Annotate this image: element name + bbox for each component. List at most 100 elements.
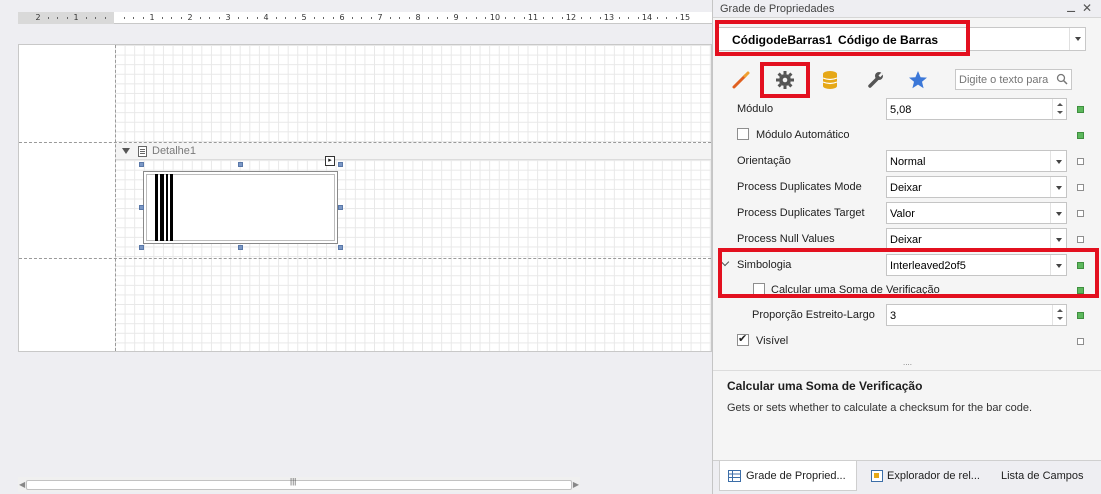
orientacao-dropdown[interactable]: Normal xyxy=(886,150,1067,172)
splitter-grip[interactable]: .... xyxy=(713,359,1101,369)
close-icon[interactable]: ✕ xyxy=(1082,1,1092,15)
collapse-icon[interactable] xyxy=(122,148,130,154)
ruler-tick xyxy=(95,17,96,19)
property-search[interactable] xyxy=(955,69,1072,90)
proporcao-spinner[interactable]: 3 xyxy=(886,304,1067,326)
resize-handle[interactable] xyxy=(338,205,343,210)
spin-buttons[interactable] xyxy=(1052,99,1066,119)
ruler-label: 14 xyxy=(641,13,653,22)
object-selector[interactable]: CódigodeBarras1 Código de Barras xyxy=(717,27,1086,51)
simbologia-dropdown[interactable]: Interleaved2of5 xyxy=(886,254,1067,276)
resize-handle[interactable] xyxy=(338,245,343,250)
property-row-modulo: Módulo 5,08 xyxy=(713,96,1101,122)
property-value: Valor xyxy=(890,208,915,220)
report-designer: 2 1 1 2 3 4 5 6 7 8 9 10 11 12 13 14 15 … xyxy=(0,0,712,494)
resize-handle[interactable] xyxy=(139,245,144,250)
checksum-checkbox[interactable] xyxy=(753,283,765,295)
tab-field-list[interactable]: Lista de Campos xyxy=(995,461,1099,491)
resize-handle[interactable] xyxy=(139,162,144,167)
resize-handle[interactable] xyxy=(139,205,144,210)
ruler-tick xyxy=(523,17,525,19)
ruler-tick xyxy=(247,17,248,19)
tab-report-explorer[interactable]: Explorador de rel... xyxy=(863,461,991,491)
ruler-tick xyxy=(446,17,448,19)
wrench-icon[interactable] xyxy=(863,68,887,92)
ruler-tick xyxy=(427,17,429,19)
search-icon[interactable] xyxy=(1056,73,1068,88)
modulo-spinner[interactable]: 5,08 xyxy=(886,98,1067,120)
modulo-automatico-checkbox[interactable] xyxy=(737,128,749,140)
chevron-down-icon[interactable] xyxy=(1050,229,1066,249)
panel-title-bar: Grade de Propriedades ⚊ ✕ xyxy=(713,0,1101,18)
ruler-tick xyxy=(361,17,362,19)
ruler-tick xyxy=(599,17,601,19)
resize-handle[interactable] xyxy=(238,245,243,250)
value-default-marker xyxy=(1077,210,1084,217)
ruler-tick xyxy=(180,17,182,19)
property-label: Process Duplicates Target xyxy=(737,207,865,219)
value-set-marker xyxy=(1077,106,1084,113)
search-input[interactable] xyxy=(959,72,1051,87)
database-icon[interactable] xyxy=(818,68,842,92)
ruler-tick xyxy=(313,17,315,19)
barcode-inner-border xyxy=(146,174,335,241)
chevron-down-icon[interactable] xyxy=(1050,151,1066,171)
expand-chevron-icon[interactable] xyxy=(720,257,730,267)
property-row-duplicates-target: Process Duplicates Target Valor xyxy=(713,200,1101,226)
chevron-down-icon[interactable] xyxy=(1069,28,1085,50)
property-toolbar xyxy=(713,62,1101,96)
duplicates-target-dropdown[interactable]: Valor xyxy=(886,202,1067,224)
property-label: Orientação xyxy=(737,155,791,167)
scroll-right-icon[interactable]: ▶ xyxy=(573,480,579,489)
ruler-label: 5 xyxy=(301,13,307,22)
ruler-tick xyxy=(104,17,106,19)
pin-icon[interactable]: ⚊ xyxy=(1066,2,1076,15)
null-values-dropdown[interactable]: Deixar xyxy=(886,228,1067,250)
panel-title: Grade de Propriedades xyxy=(720,3,835,15)
chevron-down-icon[interactable] xyxy=(1050,255,1066,275)
ruler-label: 9 xyxy=(453,13,459,22)
ruler-tick xyxy=(618,17,620,19)
ruler-tick xyxy=(85,17,87,19)
ruler-tick xyxy=(637,17,639,19)
spin-buttons[interactable] xyxy=(1052,305,1066,325)
ruler-tick xyxy=(66,17,68,19)
barcode-control[interactable] xyxy=(143,171,338,244)
scroll-left-icon[interactable]: ◀ xyxy=(19,480,25,489)
visivel-checkbox[interactable] xyxy=(737,332,749,346)
ruler-tick xyxy=(171,17,172,19)
ruler-label: 10 xyxy=(489,13,501,22)
property-value: Normal xyxy=(890,156,926,168)
tab-property-grid[interactable]: Grade de Propried... xyxy=(719,461,857,491)
star-icon[interactable] xyxy=(906,68,930,92)
resize-handle[interactable] xyxy=(238,162,243,167)
duplicates-mode-dropdown[interactable]: Deixar xyxy=(886,176,1067,198)
smart-tag-icon[interactable]: ▸ xyxy=(325,156,335,166)
margin-guide xyxy=(115,45,116,351)
ruler-tick xyxy=(514,17,515,19)
property-row-orientacao: Orientação Normal xyxy=(713,148,1101,174)
band-icon xyxy=(138,146,147,157)
chevron-down-icon[interactable] xyxy=(1050,203,1066,223)
ruler-tick xyxy=(123,17,125,19)
gear-icon[interactable] xyxy=(773,68,797,92)
ruler-label: 1 xyxy=(149,13,155,22)
horizontal-scrollbar[interactable]: ◀ ||| ▶ xyxy=(18,477,580,492)
ruler-label: 3 xyxy=(225,13,231,22)
resize-handle[interactable] xyxy=(338,162,343,167)
band-separator xyxy=(19,258,711,259)
ruler-tick xyxy=(218,17,220,19)
detail-band-header[interactable]: Detalhe1 xyxy=(116,143,711,160)
value-set-marker xyxy=(1077,132,1084,139)
property-row-duplicates-mode: Process Duplicates Mode Deixar xyxy=(713,174,1101,200)
chevron-down-icon[interactable] xyxy=(1050,177,1066,197)
ruler-tick xyxy=(256,17,258,19)
ruler-tick xyxy=(133,17,134,19)
ruler-tick xyxy=(465,17,467,19)
property-value: 5,08 xyxy=(890,104,912,116)
brush-icon[interactable] xyxy=(729,68,753,92)
ruler-tick xyxy=(542,17,544,19)
value-set-marker xyxy=(1077,312,1084,319)
property-label: Process Duplicates Mode xyxy=(737,181,862,193)
scrollbar-thumb[interactable] xyxy=(26,480,572,490)
